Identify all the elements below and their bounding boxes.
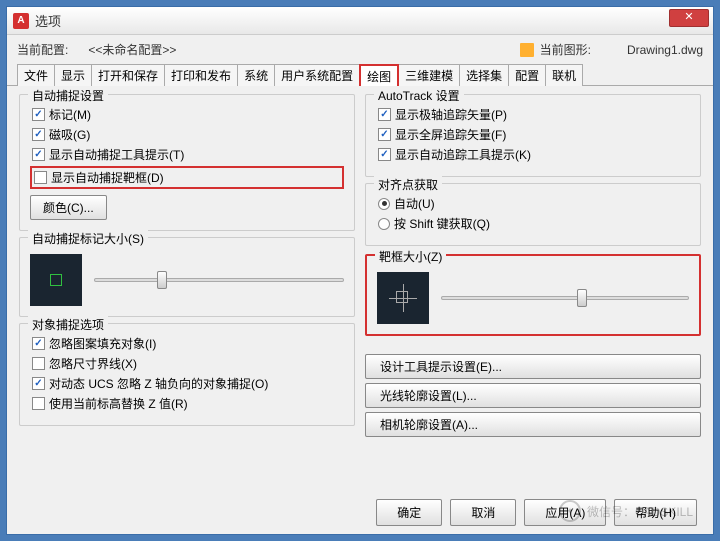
- tab-7[interactable]: 三维建模: [398, 64, 460, 86]
- profile-label: 当前配置:: [17, 41, 68, 58]
- drawing-value: Drawing1.dwg: [627, 43, 703, 57]
- footer-buttons: 确定 取消 应用(A) 帮助(H): [376, 499, 697, 526]
- checkbox-row: ✓ 显示自动追踪工具提示(K): [376, 146, 690, 163]
- checkbox-row: ✓ 对动态 UCS 忽略 Z 轴负向的对象捕捉(O): [30, 375, 344, 392]
- checkbox-row: ✓ 磁吸(G): [30, 126, 344, 143]
- checkbox-label: 磁吸(G): [49, 126, 90, 143]
- tab-2[interactable]: 打开和保存: [91, 64, 165, 86]
- options-dialog: A 选项 ✕ 当前配置: <<未命名配置>> 当前图形: Drawing1.dw…: [6, 6, 714, 535]
- checkbox[interactable]: ✓: [32, 128, 45, 141]
- tab-3[interactable]: 打印和发布: [164, 64, 238, 86]
- checkbox[interactable]: ✓: [32, 357, 45, 370]
- settings-button[interactable]: 光线轮廓设置(L)...: [365, 383, 701, 408]
- ok-button[interactable]: 确定: [376, 499, 442, 526]
- color-button[interactable]: 颜色(C)...: [30, 195, 107, 220]
- checkbox[interactable]: ✓: [32, 397, 45, 410]
- radio-label: 自动(U): [394, 195, 435, 212]
- osnap-title: 对象捕捉选项: [28, 316, 108, 333]
- checkbox-row: ✓ 显示全屏追踪矢量(F): [376, 126, 690, 143]
- tab-8[interactable]: 选择集: [459, 64, 509, 86]
- close-button[interactable]: ✕: [669, 9, 709, 27]
- marker-slider[interactable]: [94, 278, 344, 282]
- checkbox-label: 忽略图案填充对象(I): [49, 335, 156, 352]
- checkbox[interactable]: ✓: [32, 337, 45, 350]
- aperture-preview: [377, 272, 429, 324]
- tab-6[interactable]: 绘图: [359, 64, 399, 86]
- checkbox-row: ✓ 显示极轴追踪矢量(P): [376, 106, 690, 123]
- autosnap-title: 自动捕捉设置: [28, 87, 108, 104]
- tab-5[interactable]: 用户系统配置: [274, 64, 360, 86]
- settings-button[interactable]: 相机轮廓设置(A)...: [365, 412, 701, 437]
- checkbox-label: 显示自动捕捉靶框(D): [51, 169, 164, 186]
- checkbox[interactable]: ✓: [378, 128, 391, 141]
- app-icon: A: [13, 13, 29, 29]
- checkbox[interactable]: ✓: [378, 108, 391, 121]
- checkbox-row: ✓ 忽略图案填充对象(I): [30, 335, 344, 352]
- checkbox-label: 显示自动捕捉工具提示(T): [49, 146, 184, 163]
- checkbox-label: 显示全屏追踪矢量(F): [395, 126, 506, 143]
- aperture-title: 靶框大小(Z): [375, 248, 446, 265]
- radio-label: 按 Shift 键获取(Q): [394, 215, 490, 232]
- tabs: 文件显示打开和保存打印和发布系统用户系统配置绘图三维建模选择集配置联机: [7, 64, 713, 86]
- checkbox[interactable]: ✓: [378, 148, 391, 161]
- checkbox-label: 对动态 UCS 忽略 Z 轴负向的对象捕捉(O): [49, 375, 268, 392]
- autotrack-title: AutoTrack 设置: [374, 87, 464, 104]
- checkbox-label: 使用当前标高替换 Z 值(R): [49, 395, 188, 412]
- radio[interactable]: [378, 218, 390, 230]
- aperture-slider[interactable]: [441, 296, 689, 300]
- checkbox-label: 标记(M): [49, 106, 91, 123]
- window-title: 选项: [35, 11, 61, 30]
- align-title: 对齐点获取: [374, 176, 442, 193]
- checkbox-row: ✓ 忽略尺寸界线(X): [30, 355, 344, 372]
- checkbox-label: 忽略尺寸界线(X): [49, 355, 137, 372]
- tab-1[interactable]: 显示: [54, 64, 92, 86]
- checkbox[interactable]: ✓: [32, 148, 45, 161]
- autosnap-group: 自动捕捉设置 ✓标记(M)✓磁吸(G)✓显示自动捕捉工具提示(T)✓显示自动捕捉…: [19, 94, 355, 231]
- profile-row: 当前配置: <<未命名配置>> 当前图形: Drawing1.dwg: [7, 35, 713, 64]
- checkbox[interactable]: ✓: [34, 171, 47, 184]
- checkbox-row: ✓ 使用当前标高替换 Z 值(R): [30, 395, 344, 412]
- tab-9[interactable]: 配置: [508, 64, 546, 86]
- tab-0[interactable]: 文件: [17, 64, 55, 86]
- cancel-button[interactable]: 取消: [450, 499, 516, 526]
- radio-row: 按 Shift 键获取(Q): [376, 215, 690, 232]
- profile-value: <<未命名配置>>: [88, 41, 176, 58]
- titlebar: A 选项 ✕: [7, 7, 713, 35]
- tab-10[interactable]: 联机: [545, 64, 583, 86]
- dwg-icon: [520, 43, 534, 57]
- settings-button[interactable]: 设计工具提示设置(E)...: [365, 354, 701, 379]
- checkbox[interactable]: ✓: [32, 108, 45, 121]
- autotrack-group: AutoTrack 设置 ✓显示极轴追踪矢量(P)✓显示全屏追踪矢量(F)✓显示…: [365, 94, 701, 177]
- osnap-group: 对象捕捉选项 ✓忽略图案填充对象(I)✓忽略尺寸界线(X)✓对动态 UCS 忽略…: [19, 323, 355, 426]
- marker-size-group: 自动捕捉标记大小(S): [19, 237, 355, 317]
- align-group: 对齐点获取 自动(U)按 Shift 键获取(Q): [365, 183, 701, 246]
- checkbox-row: ✓ 显示自动捕捉靶框(D): [30, 166, 344, 189]
- checkbox-label: 显示自动追踪工具提示(K): [395, 146, 531, 163]
- aperture-group: 靶框大小(Z): [365, 254, 701, 336]
- help-button[interactable]: 帮助(H): [614, 499, 697, 526]
- checkbox-row: ✓ 显示自动捕捉工具提示(T): [30, 146, 344, 163]
- marker-title: 自动捕捉标记大小(S): [28, 230, 148, 247]
- marker-preview: [30, 254, 82, 306]
- radio-row: 自动(U): [376, 195, 690, 212]
- apply-button[interactable]: 应用(A): [524, 499, 606, 526]
- checkbox-row: ✓ 标记(M): [30, 106, 344, 123]
- radio[interactable]: [378, 198, 390, 210]
- checkbox[interactable]: ✓: [32, 377, 45, 390]
- tab-4[interactable]: 系统: [237, 64, 275, 86]
- drawing-label: 当前图形:: [540, 41, 591, 58]
- checkbox-label: 显示极轴追踪矢量(P): [395, 106, 507, 123]
